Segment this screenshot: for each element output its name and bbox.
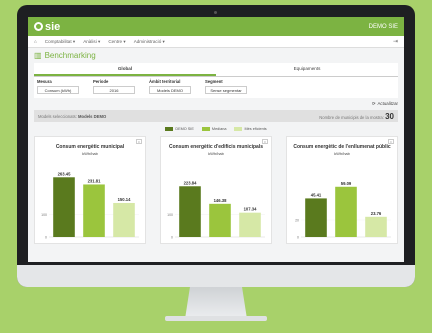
filter-ambit: Àmbit territorial Models DEMO <box>149 79 191 94</box>
bar-value-label: 263.45 <box>58 171 71 176</box>
top-bar: sie DEMO SIE <box>28 17 404 36</box>
chart-title: Consum energètic d'edificis municipals <box>169 144 263 150</box>
bar-mediana <box>335 186 357 237</box>
update-button[interactable]: Actualitzar <box>378 101 399 107</box>
filter-mesura: Mesura Consum (kWh) <box>37 79 79 94</box>
monitor-stand <box>185 287 247 319</box>
filter-segment: Segment Sense segmentar <box>205 79 247 94</box>
bar-demo-sie <box>53 177 75 237</box>
logo-text: sie <box>45 20 61 33</box>
legend-label: DEMO SIE <box>175 127 194 131</box>
y-tick-label: 100 <box>167 213 173 217</box>
refresh-icon[interactable]: ⟳ <box>372 101 376 107</box>
chart-card-enllumenat: ≡ Consum energètic de l'enllumenat públi… <box>286 136 398 244</box>
bar-value-label: 150.14 <box>118 197 131 202</box>
tab-equipaments[interactable]: Equipaments <box>216 63 398 76</box>
page-title: ▥ Benchmarking <box>28 48 404 63</box>
y-tick-label: 0 <box>297 236 299 240</box>
legend-swatch <box>165 127 174 131</box>
main-menu: ⌂ Comptabilitat ▾ Anàlisi ▾ Centre ▾ Adm… <box>28 36 404 48</box>
bar-value-label: 146.38 <box>214 198 227 203</box>
filter-label: Mesura <box>37 79 52 84</box>
count-label: Nombre de municipis de la mostra: <box>319 114 384 120</box>
bar-demo-sie <box>179 186 201 237</box>
sample-count: Nombre de municipis de la mostra: 30 <box>319 112 394 121</box>
menu-centre[interactable]: Centre ▾ <box>108 39 125 45</box>
periode-select[interactable]: 2016 <box>93 86 135 94</box>
y-tick-label: 20 <box>295 219 299 223</box>
filter-panel: Mesura Consum (kWh) Període 2016 Àmbit t… <box>34 77 398 98</box>
legend-label: Més eficients <box>244 127 267 131</box>
count-value: 30 <box>385 111 394 121</box>
chart-title: Consum energètic de l'enllumenat públic <box>293 144 391 150</box>
bar-value-label: 45.41 <box>311 192 322 197</box>
tab-global[interactable]: Global <box>34 63 216 76</box>
app-logo[interactable]: sie <box>34 21 60 33</box>
chart-menu-icon[interactable]: ≡ <box>136 139 142 144</box>
monitor-frame: sie DEMO SIE ⌂ Comptabilitat ▾ Anàlisi ▾… <box>17 5 415 287</box>
filter-periode: Període 2016 <box>93 79 135 94</box>
bar-demo-sie <box>305 198 327 237</box>
y-tick-label: 0 <box>45 236 47 240</box>
bar-chart-icon: ▥ <box>34 51 42 60</box>
menu-analisi[interactable]: Anàlisi ▾ <box>83 39 100 45</box>
bar-m-s-eficients <box>365 216 387 237</box>
chart-plot: 0 20 45.41 59.09 23.76 <box>295 181 391 240</box>
chart-legend: DEMO SIE Mediana Més eficients <box>28 127 404 131</box>
bar-value-label: 23.76 <box>371 211 382 216</box>
legend-swatch <box>201 127 210 131</box>
camera-dot <box>214 11 217 14</box>
menu-home[interactable]: ⌂ <box>34 39 37 44</box>
selected-value: Models DEMO <box>78 113 107 119</box>
page-title-text: Benchmarking <box>44 51 96 60</box>
filter-label: Àmbit territorial <box>149 79 181 84</box>
bar-value-label: 59.09 <box>341 181 352 186</box>
selected-label: Models seleccionats: <box>38 113 77 119</box>
segment-select[interactable]: Sense segmentar <box>205 86 247 94</box>
chart-card-edificis: ≡ Consum energètic d'edificis municipals… <box>160 136 272 244</box>
mesura-select[interactable]: Consum (kWh) <box>37 86 79 94</box>
bar-mediana <box>209 203 231 237</box>
monitor-base <box>165 316 267 321</box>
logo-mark-icon <box>34 22 43 31</box>
legend-item[interactable]: Més eficients <box>234 127 267 131</box>
chart-title: Consum energètic municipal <box>55 144 125 150</box>
info-bar: Models seleccionats: Models DEMO Nombre … <box>34 110 398 122</box>
y-tick-label: 0 <box>171 236 173 240</box>
chart-unit: kWh/hab <box>82 151 98 156</box>
charts-row: ≡ Consum energètic municipal kWh/hab 0 10… <box>34 136 398 244</box>
chart-plot: 0 100 263.45 231.81 150.14 <box>41 171 139 240</box>
menu-comptabilitat[interactable]: Comptabilitat ▾ <box>45 39 75 45</box>
chart-menu-icon[interactable]: ≡ <box>388 139 394 144</box>
app-screen: sie DEMO SIE ⌂ Comptabilitat ▾ Anàlisi ▾… <box>28 17 404 262</box>
logout-icon[interactable]: ⇥ <box>393 38 398 45</box>
bar-m-s-eficients <box>239 212 261 237</box>
selected-models: Models seleccionats: Models DEMO <box>38 114 106 119</box>
menu-administracio[interactable]: Administració ▾ <box>134 39 165 45</box>
bar-value-label: 231.81 <box>88 178 101 183</box>
monitor-chin <box>17 265 415 287</box>
chart-plot: 0 100 223.84 146.38 107.34 <box>167 180 265 240</box>
update-row: ⟳ Actualitzar <box>34 99 398 109</box>
legend-label: Mediana <box>211 127 227 131</box>
chart-card-municipal: ≡ Consum energètic municipal kWh/hab 0 10… <box>34 136 146 244</box>
legend-swatch <box>234 127 243 131</box>
filter-label: Segment <box>205 79 223 84</box>
bar-value-label: 107.34 <box>244 207 257 212</box>
chart-unit: kWh/hab <box>334 151 350 156</box>
bar-mediana <box>83 184 105 237</box>
organization-name[interactable]: DEMO SIE <box>369 24 398 30</box>
bar-value-label: 223.84 <box>184 180 197 185</box>
ambit-select[interactable]: Models DEMO <box>149 86 191 94</box>
legend-item[interactable]: DEMO SIE <box>165 127 194 131</box>
chart-unit: kWh/hab <box>208 151 224 156</box>
legend-item[interactable]: Mediana <box>201 127 227 131</box>
filter-label: Període <box>93 79 109 84</box>
chart-menu-icon[interactable]: ≡ <box>262 139 268 144</box>
y-tick-label: 100 <box>41 213 47 217</box>
tab-bar: Global Equipaments <box>34 63 398 77</box>
bar-m-s-eficients <box>113 202 135 237</box>
